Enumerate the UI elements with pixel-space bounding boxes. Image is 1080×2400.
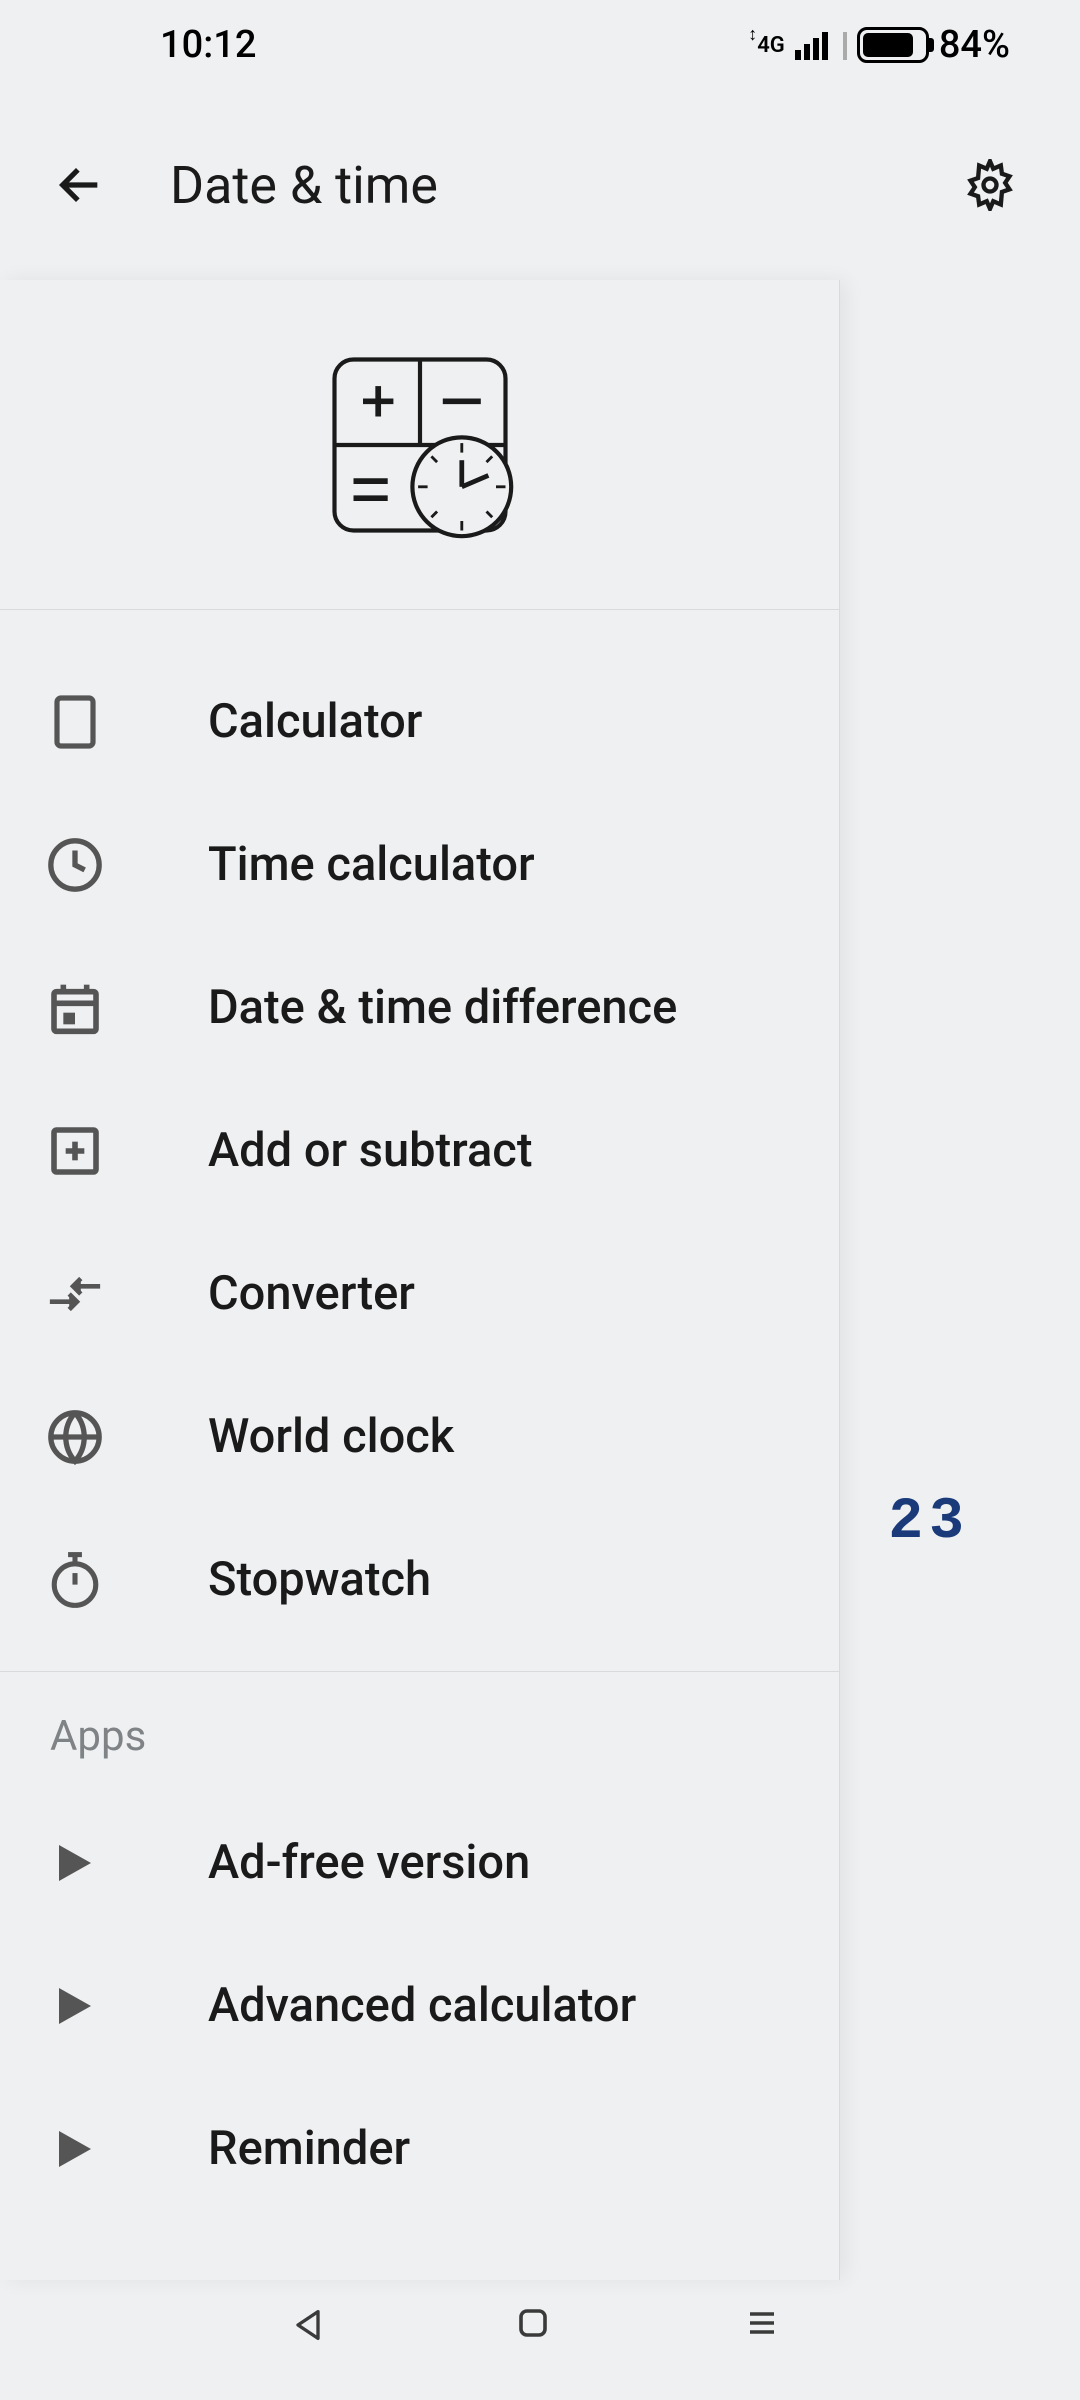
drawer-item-label: Reminder [208, 2121, 410, 2176]
calendar-icon [46, 979, 104, 1037]
play-triangle-icon [46, 1977, 104, 2035]
triangle-back-icon [288, 2305, 328, 2345]
drawer-item-label: Date & time difference [208, 980, 677, 1035]
drawer-item-converter[interactable]: Converter [0, 1222, 839, 1365]
drawer-app-advanced-calculator[interactable]: Advanced calculator [0, 1934, 839, 2077]
drawer-item-label: Time calculator [208, 837, 535, 892]
rectangle-portrait-icon [46, 693, 104, 751]
drawer-item-time-calculator[interactable]: Time calculator [0, 793, 839, 936]
clock-icon [46, 836, 104, 894]
nav-recent-button[interactable] [742, 2305, 792, 2355]
navigation-drawer: Calculator Time calculator [0, 280, 840, 2280]
play-triangle-icon [46, 2120, 104, 2178]
system-navigation-bar [0, 2260, 1080, 2400]
settings-button[interactable] [960, 155, 1020, 215]
nav-back-button[interactable] [288, 2305, 338, 2355]
square-home-icon [515, 2305, 551, 2341]
battery-indicator: 84% [857, 23, 1010, 67]
arrow-left-icon [54, 159, 106, 211]
app-logo-icon [325, 350, 515, 540]
nav-home-button[interactable] [515, 2305, 565, 2355]
menu-lines-icon [742, 2305, 782, 2341]
drawer-item-date-time-difference[interactable]: Date & time difference [0, 936, 839, 1079]
drawer-app-reminder[interactable]: Reminder [0, 2077, 839, 2220]
back-button[interactable] [50, 155, 110, 215]
drawer-app-adfree[interactable]: Ad-free version [0, 1791, 839, 1934]
plus-box-icon [46, 1122, 104, 1180]
stopwatch-icon [46, 1551, 104, 1609]
app-bar: Date & time [0, 90, 1080, 280]
status-bar: 10:12 ↕4G 84% [0, 0, 1080, 90]
swap-arrows-icon [46, 1265, 104, 1323]
drawer-item-label: Ad-free version [208, 1835, 530, 1890]
gear-icon [964, 159, 1016, 211]
background-value: 23 [888, 1490, 970, 1555]
drawer-item-add-subtract[interactable]: Add or subtract [0, 1079, 839, 1222]
drawer-menu: Calculator Time calculator [0, 610, 839, 2220]
drawer-item-label: Calculator [208, 694, 422, 749]
globe-icon [46, 1408, 104, 1466]
drawer-item-world-clock[interactable]: World clock [0, 1365, 839, 1508]
drawer-item-label: Stopwatch [208, 1552, 431, 1607]
status-time: 10:12 [160, 23, 256, 67]
status-right: ↕4G 84% [748, 23, 1010, 67]
drawer-item-label: Add or subtract [208, 1123, 532, 1178]
battery-percent: 84% [939, 23, 1010, 67]
page-content: 23 [0, 280, 1080, 2400]
page-title: Date & time [170, 155, 900, 216]
apps-section-header: Apps [0, 1672, 839, 1791]
drawer-item-label: Converter [208, 1266, 415, 1321]
battery-icon [857, 27, 929, 63]
play-triangle-icon [46, 1834, 104, 1892]
drawer-item-calculator[interactable]: Calculator [0, 650, 839, 793]
drawer-item-label: Advanced calculator [208, 1978, 636, 2033]
signal-icon [795, 30, 831, 60]
drawer-logo [0, 280, 839, 610]
drawer-item-label: World clock [208, 1409, 454, 1464]
signal-icon-secondary [839, 30, 849, 60]
drawer-item-stopwatch[interactable]: Stopwatch [0, 1508, 839, 1651]
network-indicator: ↕4G [748, 33, 785, 58]
